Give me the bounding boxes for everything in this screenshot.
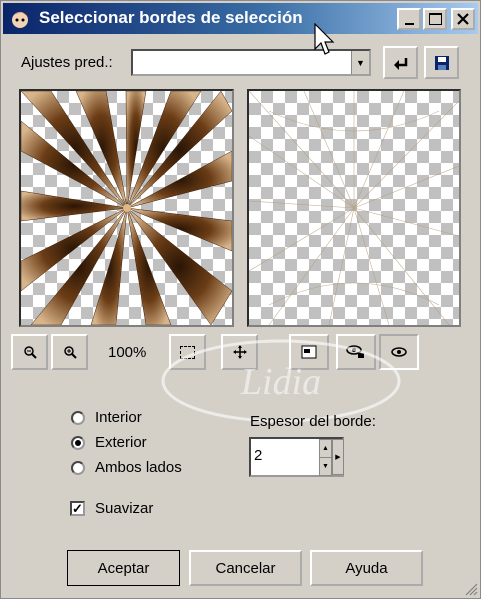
border-width-value: 2 xyxy=(254,447,263,464)
eye-icon xyxy=(391,347,407,357)
smooth-label: Suavizar xyxy=(95,500,154,517)
zoom-level: 100% xyxy=(108,344,147,361)
radio-exterior[interactable] xyxy=(71,436,85,450)
close-icon xyxy=(457,13,469,25)
minimize-icon xyxy=(404,22,414,25)
title-bar[interactable]: Seleccionar bordes de selección xyxy=(3,3,478,34)
navigator-button[interactable] xyxy=(289,334,329,370)
zoom-in-icon xyxy=(63,346,77,359)
dialog-window: Seleccionar bordes de selección Ajustes … xyxy=(0,0,481,599)
zoom-out-button[interactable] xyxy=(11,334,48,370)
mouse-cursor-icon xyxy=(314,23,335,55)
help-button-label: Ayuda xyxy=(345,559,388,577)
stepper-up-icon[interactable]: ▲ xyxy=(319,439,332,458)
reset-icon xyxy=(393,57,407,70)
resize-grip-icon[interactable] xyxy=(464,582,478,596)
eye-lock-icon xyxy=(346,345,364,358)
radio-both-sides[interactable] xyxy=(71,461,85,475)
stepper-down-icon[interactable]: ▼ xyxy=(319,457,332,476)
move-icon xyxy=(232,345,247,359)
border-width-label: Espesor del borde: xyxy=(250,413,376,430)
zoom-in-button[interactable] xyxy=(51,334,88,370)
save-preset-button[interactable] xyxy=(424,46,459,79)
proof-area-button[interactable] xyxy=(169,334,206,370)
maximize-button[interactable] xyxy=(423,8,447,30)
original-preview[interactable] xyxy=(19,89,234,327)
label-both-sides: Ambos lados xyxy=(95,459,182,476)
cancel-button-label: Cancelar xyxy=(215,559,276,577)
app-icon xyxy=(9,8,31,30)
label-exterior: Exterior xyxy=(95,434,147,451)
presets-label: Ajustes pred.: xyxy=(21,54,113,71)
chevron-down-icon[interactable]: ▼ xyxy=(351,51,369,74)
zoom-out-icon xyxy=(23,346,37,359)
marquee-icon xyxy=(180,345,195,359)
ok-button-label: Aceptar xyxy=(97,559,150,577)
border-width-stepper[interactable]: 2 ▲ ▼ ▶ xyxy=(249,437,344,477)
ok-button[interactable]: Aceptar xyxy=(67,550,180,586)
help-button[interactable]: Ayuda xyxy=(310,550,423,586)
window-title: Seleccionar bordes de selección xyxy=(39,8,303,27)
smooth-checkbox[interactable]: ✓ xyxy=(70,501,85,516)
radio-interior[interactable] xyxy=(71,411,85,425)
save-icon xyxy=(434,55,449,70)
cancel-button[interactable]: Cancelar xyxy=(189,550,302,586)
label-interior: Interior xyxy=(95,409,142,426)
preview-image xyxy=(21,91,232,325)
minimize-button[interactable] xyxy=(397,8,421,30)
pan-button[interactable] xyxy=(221,334,258,370)
result-preview[interactable] xyxy=(247,89,461,327)
close-button[interactable] xyxy=(451,8,475,30)
result-border-image xyxy=(249,91,459,325)
reset-preset-button[interactable] xyxy=(383,46,418,79)
navigator-icon xyxy=(301,345,317,359)
proof-button[interactable] xyxy=(379,334,419,370)
maximize-icon xyxy=(428,13,442,25)
auto-proof-button[interactable] xyxy=(336,334,376,370)
stepper-dropdown-icon[interactable]: ▶ xyxy=(332,439,344,475)
